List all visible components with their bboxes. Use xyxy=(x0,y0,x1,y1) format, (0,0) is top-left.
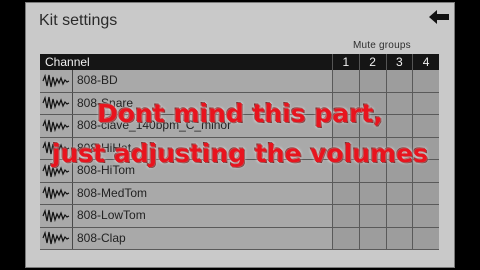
mute-group-cell-4[interactable] xyxy=(412,70,439,92)
mute-group-header-4: 4 xyxy=(412,54,439,70)
table-row[interactable]: 808-BD xyxy=(40,70,439,93)
table-row[interactable]: 808-Clap xyxy=(40,227,439,250)
waveform-icon[interactable] xyxy=(40,182,73,204)
mute-group-cell-1[interactable] xyxy=(332,182,359,204)
channel-name: 808-Clap xyxy=(77,230,126,245)
waveform-icon[interactable] xyxy=(40,227,73,249)
mute-group-cell-2[interactable] xyxy=(358,70,386,92)
channel-name: 808-MedTom xyxy=(77,185,148,200)
kit-settings-screen: Kit settings Mute groups Channel 1 2 3 4… xyxy=(25,2,455,268)
mute-group-cell-3[interactable] xyxy=(385,182,413,204)
waveform-icon[interactable] xyxy=(40,205,73,227)
mute-group-cell-1[interactable] xyxy=(332,227,359,249)
channel-name: 808-BD xyxy=(77,73,118,87)
mute-group-cell-2[interactable] xyxy=(358,227,386,249)
table-header: Channel 1 2 3 4 xyxy=(40,54,439,70)
mute-group-cell-3[interactable] xyxy=(385,70,413,92)
mute-group-cell-4[interactable] xyxy=(412,182,439,204)
mute-group-cell-3[interactable] xyxy=(385,227,413,249)
mute-groups-label: Mute groups xyxy=(353,40,411,51)
overlay-caption-line-2: just adjusting the volumes xyxy=(52,139,428,168)
channel-name: 808-LowTom xyxy=(77,208,146,222)
table-row[interactable]: 808-LowTom xyxy=(40,205,439,228)
mute-group-cell-1[interactable] xyxy=(332,205,359,227)
back-arrow-glyph xyxy=(429,10,449,24)
mute-group-cell-4[interactable] xyxy=(412,205,439,227)
mute-group-header-1: 1 xyxy=(332,54,359,70)
waveform-icon[interactable] xyxy=(40,70,73,92)
mute-group-cell-3[interactable] xyxy=(385,205,413,227)
channel-column-header: Channel xyxy=(45,55,90,69)
mute-group-header-2: 2 xyxy=(358,54,386,70)
mute-group-cell-4[interactable] xyxy=(412,227,439,249)
page-title: Kit settings xyxy=(39,12,118,29)
mute-group-header-3: 3 xyxy=(385,54,413,70)
back-arrow-icon[interactable] xyxy=(428,8,450,26)
mute-group-cell-2[interactable] xyxy=(358,182,386,204)
table-row[interactable]: 808-MedTom xyxy=(40,182,439,205)
overlay-caption-line-1: Dont mind this part, xyxy=(97,99,383,128)
mute-group-cell-1[interactable] xyxy=(332,70,359,92)
mute-group-cell-2[interactable] xyxy=(358,205,386,227)
